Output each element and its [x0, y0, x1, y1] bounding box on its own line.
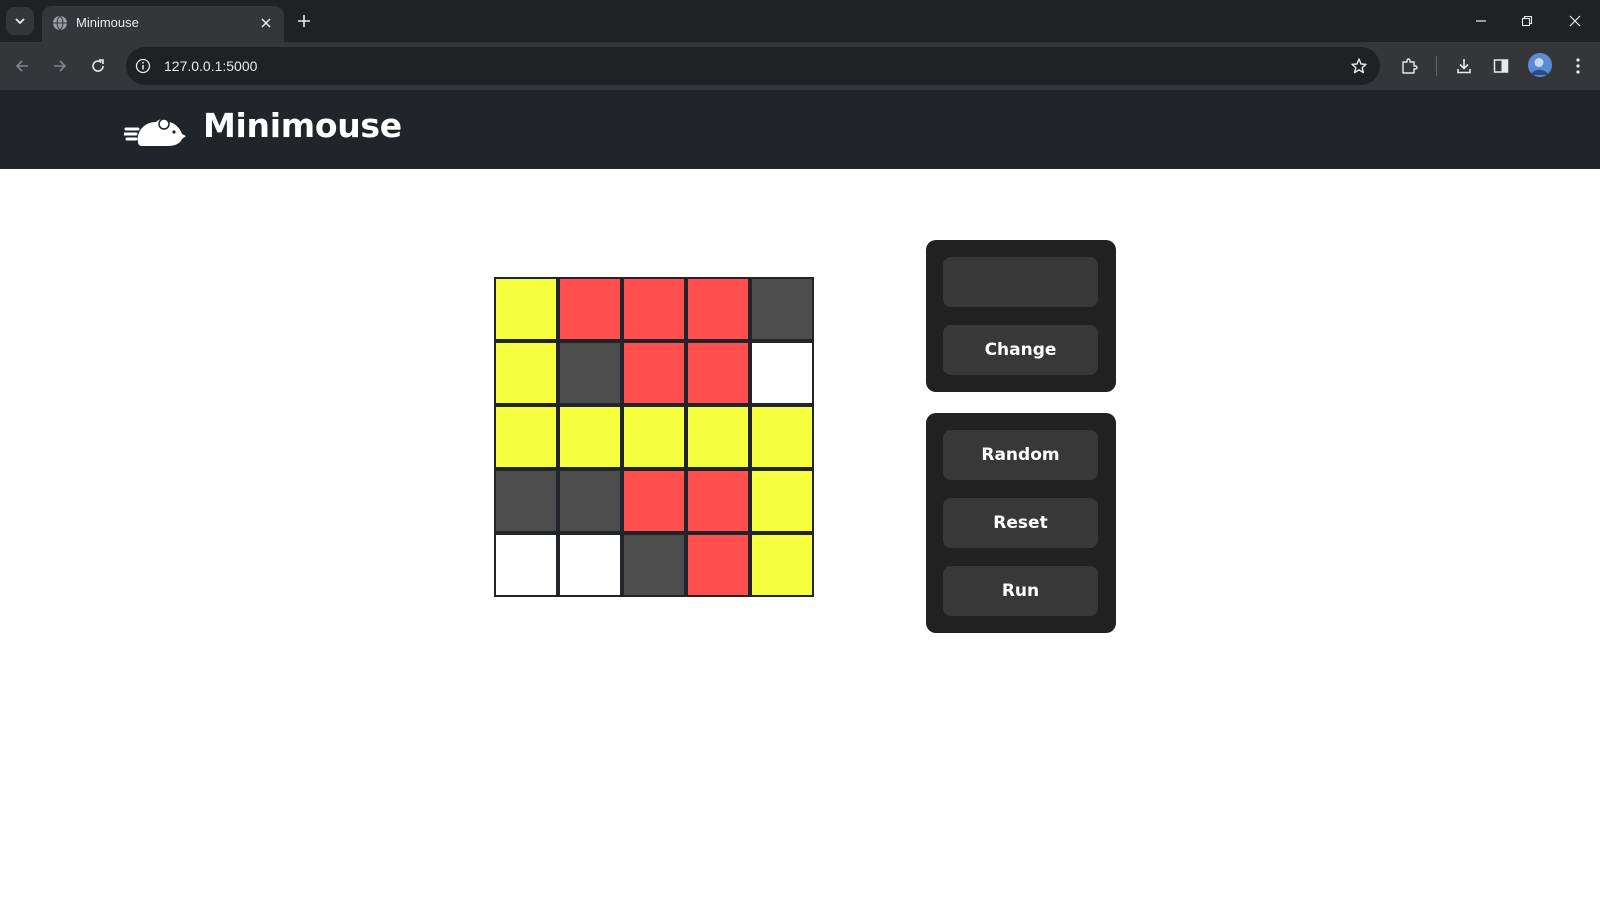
- grid-cell[interactable]: [559, 470, 621, 532]
- grid-cell[interactable]: [751, 278, 813, 340]
- arrow-right-icon: [54, 60, 67, 72]
- restore-icon: [1521, 15, 1533, 27]
- minimize-icon: [1476, 20, 1486, 22]
- new-tab-button[interactable]: [292, 9, 316, 33]
- close-window-button[interactable]: [1562, 8, 1588, 34]
- more-vert-icon: [1576, 58, 1580, 74]
- grid-cell[interactable]: [495, 278, 557, 340]
- grid-cell[interactable]: [687, 470, 749, 532]
- grid-cell[interactable]: [495, 342, 557, 404]
- toolbar-separator: [1436, 56, 1437, 76]
- grid-cell[interactable]: [687, 534, 749, 596]
- plus-icon: [298, 15, 310, 27]
- grid-cell[interactable]: [623, 534, 685, 596]
- browser-menu-button[interactable]: [1566, 54, 1590, 78]
- tab-search-button[interactable]: [6, 7, 34, 35]
- color-grid: [494, 277, 814, 597]
- close-icon: [1569, 15, 1581, 27]
- browser-toolbar: 127.0.0.1:5000: [0, 42, 1600, 90]
- actions-panel: Random Reset Run: [926, 413, 1116, 633]
- grid-cell[interactable]: [687, 342, 749, 404]
- grid-cell[interactable]: [623, 406, 685, 468]
- info-icon: [135, 58, 151, 74]
- grid-cell[interactable]: [751, 342, 813, 404]
- profile-icon: [1528, 53, 1552, 77]
- chevron-down-icon: [15, 18, 25, 25]
- change-panel: Change: [926, 240, 1116, 392]
- brand-title: Minimouse: [203, 106, 402, 145]
- puzzle-icon: [1402, 58, 1418, 74]
- arrow-left-icon: [15, 60, 28, 72]
- grid-cell[interactable]: [495, 534, 557, 596]
- grid-cell[interactable]: [751, 406, 813, 468]
- color-display-field[interactable]: [943, 257, 1098, 307]
- bookmark-button[interactable]: [1350, 57, 1368, 75]
- app-header: Minimouse: [0, 90, 1600, 169]
- grid-cell[interactable]: [687, 406, 749, 468]
- browser-titlebar: Minimouse: [0, 0, 1600, 42]
- grid-cell[interactable]: [751, 470, 813, 532]
- downloads-button[interactable]: [1452, 54, 1476, 78]
- side-panel-button[interactable]: [1489, 54, 1513, 78]
- change-button[interactable]: Change: [943, 325, 1098, 375]
- reset-button[interactable]: Reset: [943, 498, 1098, 548]
- grid-cell[interactable]: [751, 534, 813, 596]
- globe-icon: [53, 15, 67, 31]
- restore-button[interactable]: [1514, 8, 1540, 34]
- mouse-logo-icon: [124, 118, 186, 146]
- reload-icon: [92, 59, 104, 72]
- tab-close-button[interactable]: [256, 13, 276, 33]
- grid-cell[interactable]: [623, 342, 685, 404]
- profile-avatar[interactable]: [1528, 53, 1552, 77]
- site-info-button[interactable]: [134, 57, 152, 75]
- download-icon: [1457, 59, 1471, 74]
- url-text: 127.0.0.1:5000: [164, 58, 258, 74]
- grid-cell[interactable]: [559, 342, 621, 404]
- forward-button[interactable]: [48, 54, 72, 78]
- browser-tab[interactable]: Minimouse: [42, 6, 284, 42]
- grid-cell[interactable]: [559, 278, 621, 340]
- close-icon: [261, 18, 271, 28]
- run-button[interactable]: Run: [943, 566, 1098, 616]
- grid-cell[interactable]: [623, 470, 685, 532]
- grid-cell[interactable]: [559, 406, 621, 468]
- grid-cell[interactable]: [495, 470, 557, 532]
- extensions-button[interactable]: [1397, 54, 1421, 78]
- minimize-button[interactable]: [1468, 8, 1494, 34]
- grid-cell[interactable]: [623, 278, 685, 340]
- random-button[interactable]: Random: [943, 430, 1098, 480]
- back-button[interactable]: [10, 54, 34, 78]
- side-panel-icon: [1493, 59, 1509, 73]
- reload-button[interactable]: [86, 54, 110, 78]
- grid-cell[interactable]: [559, 534, 621, 596]
- grid-cell[interactable]: [687, 278, 749, 340]
- address-bar[interactable]: 127.0.0.1:5000: [126, 47, 1380, 85]
- tab-title: Minimouse: [76, 15, 139, 30]
- star-icon: [1351, 58, 1367, 74]
- grid-cell[interactable]: [495, 406, 557, 468]
